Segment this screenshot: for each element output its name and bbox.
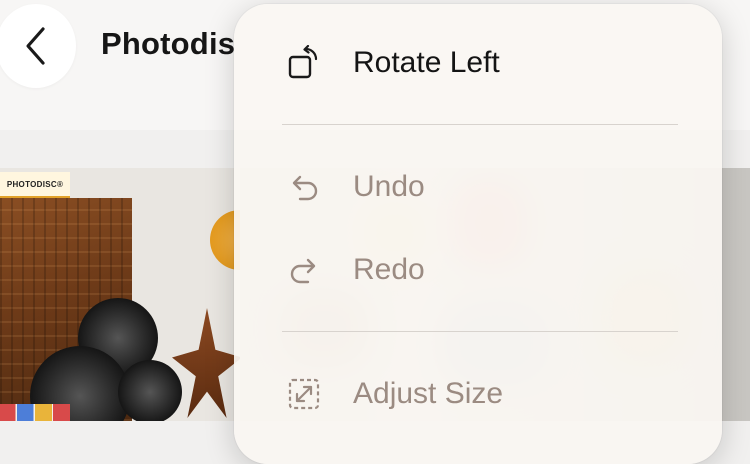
back-button[interactable] (0, 4, 76, 88)
menu-item-label: Adjust Size (353, 377, 504, 410)
menu-item-label: Undo (353, 170, 425, 203)
menu-item-label: Redo (353, 253, 425, 286)
undo-icon (286, 169, 322, 205)
gear-image (118, 360, 182, 421)
photodisc-badge: PHOTODISC® (0, 172, 70, 198)
menu-divider (282, 331, 678, 332)
menu-item-rotate-left[interactable]: Rotate Left (234, 28, 722, 98)
menu-item-undo[interactable]: Undo (234, 152, 722, 222)
adjust-size-icon (286, 376, 322, 412)
context-menu: Rotate Left Undo Redo Adjust Size (234, 4, 722, 464)
menu-item-adjust-size[interactable]: Adjust Size (234, 359, 722, 429)
toy-blocks-image (0, 404, 70, 421)
photo-left-area: PHOTODISC® (0, 168, 270, 421)
chevron-left-icon (26, 27, 45, 65)
redo-icon (286, 252, 322, 288)
menu-divider (282, 124, 678, 125)
rotate-left-icon (286, 45, 322, 81)
star-image (172, 308, 242, 418)
menu-item-label: Rotate Left (353, 46, 500, 79)
menu-item-redo[interactable]: Redo (234, 235, 722, 305)
page-title: Photodis (101, 26, 236, 61)
